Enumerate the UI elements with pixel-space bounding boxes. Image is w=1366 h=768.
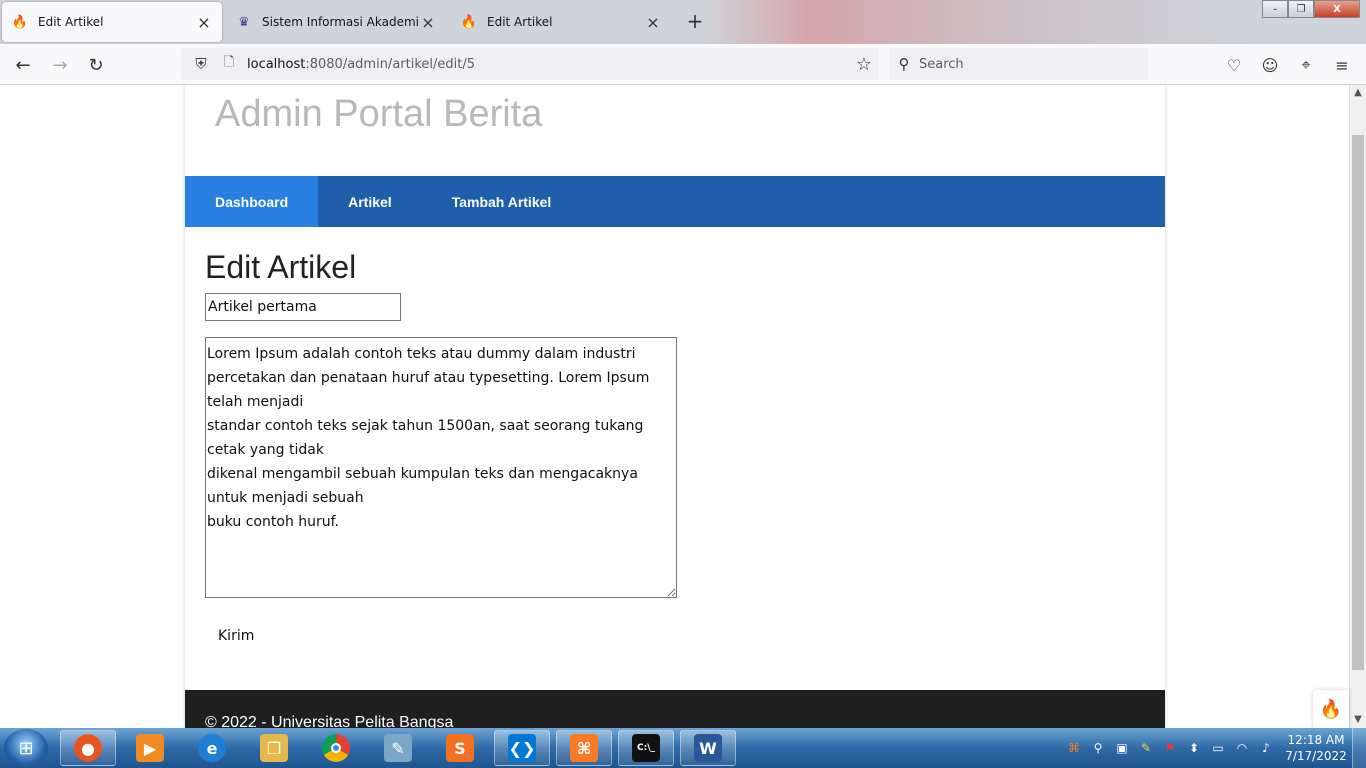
menu-item-dashboard[interactable]: Dashboard [185,176,319,227]
app-tray-icon[interactable]: ▣ [1110,736,1134,760]
word-icon: W [694,734,722,762]
taskbar-app-file-explorer[interactable]: ❐ [246,730,302,766]
taskbar-app-notepad[interactable]: ✎ [370,730,426,766]
page-icon[interactable]: 🗋 [217,53,241,75]
close-icon[interactable]: × [196,13,212,32]
url-path: :8080/admin/artikel/edit/5 [305,56,476,72]
show-desktop-button[interactable] [1352,728,1366,768]
clock-date: 7/17/2022 [1285,749,1347,763]
xampp-tray-icon[interactable]: ⌘ [1062,736,1086,760]
maximize-button[interactable]: ❐ [1288,0,1314,18]
reload-icon[interactable]: ↻ [83,52,109,78]
forward-arrow-icon[interactable]: → [47,52,73,78]
scroll-up-arrow-icon[interactable]: ▲ [1350,85,1366,101]
tab-edit-artikel-active[interactable]: 🔥 Edit Artikel × [2,2,222,42]
tab-sistem-informasi-akademik[interactable]: ♛ Sistem Informasi Akademik × [226,2,446,42]
windows-taskbar: ⊞ ● ▶ e ❐ ✎ S ❮❯ ⌘ C:\_ W ⌘ ⚲ ▣ ✎ ⚑ ⬍ ▭ … [0,728,1366,768]
main-menu: Dashboard Artikel Tambah Artikel [185,176,1165,227]
xampp-icon: ⌘ [570,734,598,762]
notepad-icon: ✎ [384,734,412,762]
codeigniter-debug-toolbar-icon[interactable]: 🔥 [1313,690,1349,728]
pen-tray-icon[interactable]: ✎ [1134,736,1158,760]
tab-label: Edit Artikel [38,15,104,29]
url-host: localhost [247,56,306,72]
vertical-scrollbar[interactable]: ▲ ▼ [1349,85,1366,728]
usb-device-icon[interactable]: ⬍ [1182,736,1206,760]
search-bar[interactable]: ⚲ Search [889,48,1148,80]
title-input[interactable] [205,293,401,321]
close-icon[interactable]: × [420,13,436,32]
back-arrow-icon[interactable]: ← [10,52,36,78]
tracking-shield-icon[interactable]: ⛨ [185,55,217,73]
page-viewport: Admin Portal Berita Dashboard Artikel Ta… [0,85,1349,728]
page-container: Admin Portal Berita Dashboard Artikel Ta… [185,85,1165,728]
window-controls: – ❐ X [1262,0,1360,20]
site-title: Admin Portal Berita [215,93,543,135]
tab-label: Sistem Informasi Akademik [262,15,420,29]
account-icon[interactable]: ☺ [1258,53,1282,77]
chrome-icon [322,734,350,762]
sublime-text-icon: S [446,734,474,762]
display-tray-icon[interactable]: ▭ [1206,736,1230,760]
clock-time: 12:18 AM [1287,733,1345,747]
crop-screenshot-icon[interactable]: ⌖ [1294,53,1318,77]
folder-icon: ❐ [260,734,288,762]
window-close-button[interactable]: X [1314,0,1360,18]
navigation-toolbar: ← → ↻ ⛨ 🗋 localhost:8080/admin/artikel/e… [0,44,1366,85]
taskbar-app-xampp[interactable]: ⌘ [556,730,612,766]
tab-edit-artikel[interactable]: 🔥 Edit Artikel × [451,2,671,42]
internet-explorer-icon: e [198,734,226,762]
taskbar-app-sublime-text[interactable]: S [432,730,488,766]
start-button[interactable]: ⊞ [4,729,48,767]
minimize-button[interactable]: – [1262,0,1288,18]
university-logo-icon: ♛ [238,14,250,30]
close-icon[interactable]: × [645,13,661,32]
command-prompt-icon: C:\_ [632,734,660,762]
firefox-icon: ● [74,734,102,762]
page-title: Edit Artikel [205,249,357,285]
search-icon: ⚲ [898,55,910,73]
tab-label: Edit Artikel [487,15,553,29]
taskbar-app-vscode[interactable]: ❮❯ [494,730,550,766]
footer-text: © 2022 - Universitas Pelita Bangsa [205,714,454,728]
submit-button[interactable]: Kirim [205,623,267,649]
pocket-icon[interactable]: ♡ [1222,53,1246,77]
system-clock[interactable]: 12:18 AM 7/17/2022 [1283,732,1349,764]
browser-tab-bar: 🔥 Edit Artikel × ♛ Sistem Informasi Akad… [0,0,1366,44]
search-placeholder: Search [919,56,964,72]
menu-item-tambah-artikel[interactable]: Tambah Artikel [422,176,582,227]
vscode-icon: ❮❯ [508,734,536,762]
tabbar-background [700,0,1260,44]
taskbar-app-internet-explorer[interactable]: e [184,730,240,766]
volume-icon[interactable]: ♪ [1254,736,1278,760]
search-tray-icon[interactable]: ⚲ [1086,736,1110,760]
taskbar-app-media-player[interactable]: ▶ [122,730,178,766]
system-tray: ⌘ ⚲ ▣ ✎ ⚑ ⬍ ▭ ◠ ♪ [1062,728,1278,768]
taskbar-app-chrome[interactable] [308,730,364,766]
action-center-icon[interactable]: ⚑ [1158,736,1182,760]
hamburger-menu-icon[interactable]: ≡ [1330,53,1354,77]
codeigniter-flame-icon: 🔥 [11,14,29,30]
footer: © 2022 - Universitas Pelita Bangsa [185,690,1165,728]
bookmark-star-icon[interactable]: ☆ [849,54,879,75]
url-text[interactable]: localhost:8080/admin/artikel/edit/5 [247,57,849,72]
menu-item-artikel[interactable]: Artikel [318,176,422,227]
taskbar-app-command-prompt[interactable]: C:\_ [618,730,674,766]
scrollbar-thumb[interactable] [1352,135,1364,670]
new-tab-button[interactable]: + [684,10,706,32]
wifi-icon[interactable]: ◠ [1230,736,1254,760]
taskbar-app-word[interactable]: W [680,730,736,766]
media-player-icon: ▶ [136,734,164,762]
codeigniter-flame-icon: 🔥 [460,14,478,30]
body-textarea[interactable]: Lorem Ipsum adalah contoh teks atau dumm… [205,337,677,598]
scroll-down-arrow-icon[interactable]: ▼ [1350,712,1366,728]
taskbar-app-firefox[interactable]: ● [60,730,116,766]
address-bar[interactable]: ⛨ 🗋 localhost:8080/admin/artikel/edit/5 … [181,48,879,80]
